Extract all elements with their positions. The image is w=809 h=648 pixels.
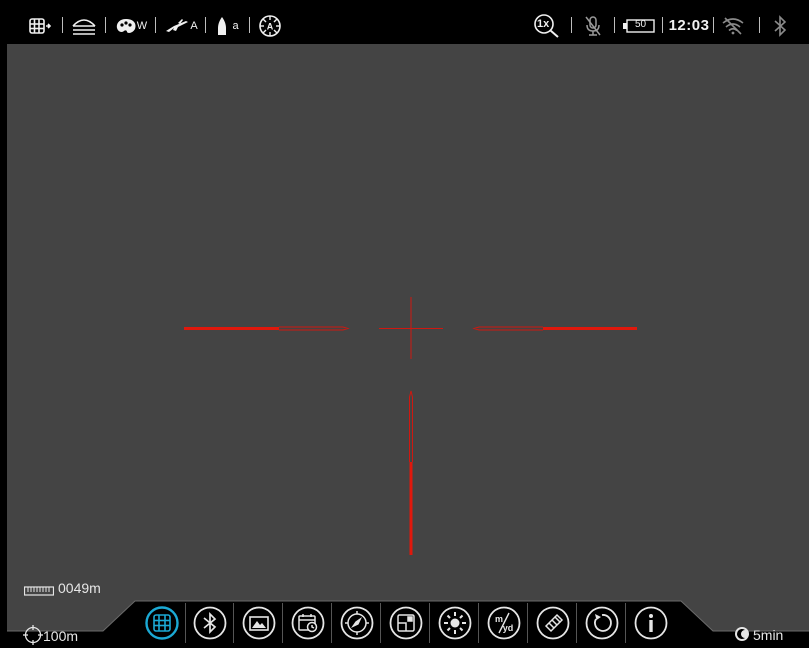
menu-item-brightness[interactable] (438, 606, 472, 640)
compass-icon (345, 611, 369, 635)
separator (331, 603, 332, 643)
menu-item-date-time[interactable] (291, 606, 325, 640)
bluetooth-icon (203, 611, 217, 635)
reticle-right-thick-bar (543, 327, 637, 330)
menu-item-reset[interactable] (585, 606, 619, 640)
image-mode-icon (249, 616, 269, 631)
separator (625, 603, 626, 643)
selected-ring (145, 606, 179, 640)
standby-timer-value: 5min (753, 627, 784, 643)
crosshair-icon (22, 624, 44, 646)
separator (576, 603, 577, 643)
reticle-menu-icon (153, 614, 171, 632)
brightness-icon (444, 612, 466, 634)
menu-item-info[interactable] (634, 606, 668, 640)
calibration-icon (544, 613, 564, 633)
separator (233, 603, 234, 643)
menu-item-reticle[interactable] (145, 606, 179, 640)
reticle-right-thin-bar (472, 326, 543, 331)
reticle-bottom-thick-post (409, 462, 413, 555)
separator (185, 603, 186, 643)
ruler-icon (23, 583, 56, 596)
reticle-bottom-thin-post (409, 390, 413, 462)
viewfinder-screen: W A a A 1x 50 12:03 0049m 100m 5min m yd (7, 7, 809, 648)
reticle-left-thick-bar (184, 327, 279, 330)
menu-item-image-mode[interactable] (242, 606, 276, 640)
menu-item-pip[interactable] (389, 606, 423, 640)
pip-icon (397, 614, 415, 632)
menu-item-bluetooth[interactable] (193, 606, 227, 640)
separator (527, 603, 528, 643)
rangefinder-distance: 0049m (58, 580, 101, 596)
menu-item-units[interactable]: m yd (487, 606, 521, 640)
separator (380, 603, 381, 643)
date-time-icon (298, 614, 318, 633)
standby-timer-icon (734, 626, 750, 642)
separator (282, 603, 283, 643)
svg-text:yd: yd (503, 623, 514, 633)
reset-icon (594, 614, 612, 632)
units-icon: myd (495, 612, 514, 634)
reticle-left-thin-bar (279, 326, 350, 331)
separator (478, 603, 479, 643)
info-icon (649, 614, 653, 632)
separator (429, 603, 430, 643)
menu-item-calibration[interactable] (536, 606, 570, 640)
reticle (184, 297, 637, 555)
zero-distance: 100m (43, 628, 79, 644)
menu-item-compass[interactable] (340, 606, 374, 640)
